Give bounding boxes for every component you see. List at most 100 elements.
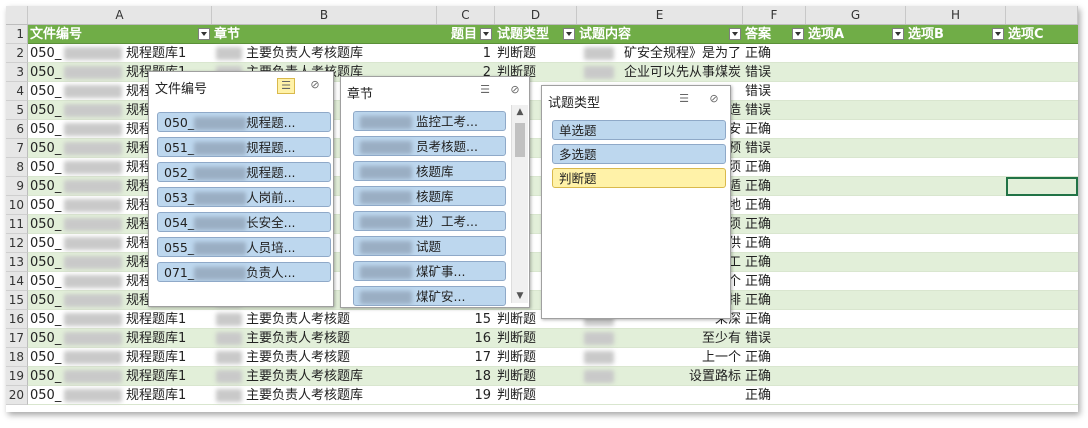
multi-select-icon[interactable]: ☰: [676, 92, 692, 106]
redacted-text: [64, 313, 122, 326]
row-header[interactable]: 8: [6, 158, 28, 177]
redacted-text: [584, 370, 614, 383]
column-header-c[interactable]: C: [437, 6, 495, 24]
row-header[interactable]: 16: [6, 310, 28, 329]
cell-item-number: 1: [482, 46, 491, 61]
row-header[interactable]: 15: [6, 291, 28, 310]
redacted-text: [584, 66, 614, 79]
cell-answer: 正确: [745, 179, 772, 194]
scroll-up-icon[interactable]: ▲: [513, 107, 527, 117]
column-header-f[interactable]: F: [743, 6, 806, 24]
clear-filter-icon[interactable]: ⊘: [307, 78, 323, 92]
slicer-item[interactable]: 进）工考...: [353, 211, 506, 231]
cell-item-number: 17: [474, 350, 491, 365]
cell-chapter: 主要负责人考核题库: [246, 388, 364, 403]
multi-select-icon[interactable]: ☰: [277, 78, 295, 94]
slicer-item[interactable]: 多选题: [552, 144, 726, 164]
row-header[interactable]: 17: [6, 329, 28, 348]
redacted-text: [64, 104, 122, 117]
clear-filter-icon[interactable]: ⊘: [507, 83, 523, 97]
active-cell[interactable]: [1006, 177, 1078, 196]
slicer-item[interactable]: 050_ 规程题...: [157, 112, 331, 132]
row-header[interactable]: 1: [6, 25, 28, 44]
cell-file-no-prefix: 050_: [30, 160, 62, 175]
slicer-item[interactable]: 煤矿安...: [353, 286, 506, 306]
slicer-item[interactable]: 判断题: [552, 168, 726, 188]
cell-file-no-prefix: 050_: [30, 369, 62, 384]
filter-dropdown-button[interactable]: [892, 28, 904, 40]
row-header[interactable]: 4: [6, 82, 28, 101]
column-header-d[interactable]: D: [495, 6, 577, 24]
row-header[interactable]: 12: [6, 234, 28, 253]
row-header[interactable]: 20: [6, 386, 28, 405]
scrollbar-thumb[interactable]: [515, 123, 525, 157]
table-row[interactable]: 050_ 规程题库1 主要负责人考核题 17 判断题 上一个 正确: [28, 348, 1078, 367]
slicer-item[interactable]: 监控工考...: [353, 111, 506, 131]
slicer-item[interactable]: 员考核题...: [353, 136, 506, 156]
header-option-c: 选项C: [1008, 27, 1044, 42]
redacted-text: [194, 117, 247, 130]
row-header[interactable]: 13: [6, 253, 28, 272]
slicer-item[interactable]: 071_ 负责人...: [157, 262, 331, 282]
filter-dropdown-button[interactable]: [792, 28, 804, 40]
cell-question-type: 判断题: [497, 46, 537, 61]
row-header[interactable]: 5: [6, 101, 28, 120]
table-row[interactable]: 050_ 规程题库1 主要负责人考核题 16 判断题 至少有 错误: [28, 329, 1078, 348]
row-header[interactable]: 9: [6, 177, 28, 196]
clear-filter-icon[interactable]: ⊘: [706, 92, 722, 106]
row-header[interactable]: 19: [6, 367, 28, 386]
row-header[interactable]: 7: [6, 139, 28, 158]
redacted-text: [64, 370, 122, 383]
column-header-g[interactable]: G: [806, 6, 906, 24]
slicer-item[interactable]: 核题库: [353, 161, 506, 181]
slicer-item[interactable]: 单选题: [552, 120, 726, 140]
redacted-text: [360, 141, 412, 154]
filter-dropdown-button[interactable]: [563, 28, 575, 40]
slicer-item[interactable]: 煤矿事...: [353, 261, 506, 281]
column-header-i[interactable]: [1006, 6, 1078, 24]
slicer-item[interactable]: 055_ 人员培...: [157, 237, 331, 257]
redacted-text: [194, 267, 247, 280]
row-header[interactable]: 18: [6, 348, 28, 367]
cell-answer: 正确: [745, 369, 772, 384]
filter-dropdown-button[interactable]: [198, 28, 210, 40]
column-header-a[interactable]: A: [28, 6, 212, 24]
slicer-item-label: 煤矿事...: [416, 264, 466, 279]
row-header[interactable]: 2: [6, 44, 28, 63]
slicer-item[interactable]: 052_ 规程题...: [157, 162, 331, 182]
redacted-text: [64, 161, 122, 174]
row-header[interactable]: 14: [6, 272, 28, 291]
redacted-text: [216, 332, 242, 345]
row-header[interactable]: 11: [6, 215, 28, 234]
redacted-text: [360, 116, 412, 129]
column-header-h[interactable]: H: [906, 6, 1006, 24]
slicer-item[interactable]: 核题库: [353, 186, 506, 206]
filter-dropdown-button[interactable]: [992, 28, 1004, 40]
cell-chapter: 主要负责人考核题库: [246, 46, 364, 61]
slicer-item[interactable]: 053_ 人岗前...: [157, 187, 331, 207]
cell-file-no-prefix: 050_: [30, 293, 62, 308]
slicer-item-prefix: 054_: [164, 215, 195, 230]
cell-answer: 正确: [745, 236, 772, 251]
slicer-scrollbar[interactable]: ▲ ▼: [511, 105, 528, 303]
filter-dropdown-button[interactable]: [729, 28, 741, 40]
cell-answer: 错误: [745, 141, 772, 156]
filter-dropdown-button[interactable]: [480, 28, 492, 40]
redacted-text: [360, 166, 412, 179]
multi-select-icon[interactable]: ☰: [477, 83, 493, 97]
scroll-down-icon[interactable]: ▼: [513, 291, 527, 301]
row-header[interactable]: 3: [6, 63, 28, 82]
slicer-item[interactable]: 051_ 规程题...: [157, 137, 331, 157]
cell-answer: 错误: [745, 84, 772, 99]
table-row[interactable]: 050_ 规程题库1 主要负责人考核题库 1 判断题 矿安全规程》是为了 正确: [28, 44, 1078, 63]
slicer-item[interactable]: 试题: [353, 236, 506, 256]
table-row[interactable]: 050_ 规程题库1 主要负责人考核题库 18 判断题 设置路标 正确: [28, 367, 1078, 386]
row-header[interactable]: 10: [6, 196, 28, 215]
select-all-corner[interactable]: [6, 6, 28, 24]
column-header-e[interactable]: E: [577, 6, 743, 24]
row-header[interactable]: 6: [6, 120, 28, 139]
column-header-b[interactable]: B: [212, 6, 437, 24]
table-row[interactable]: 050_ 规程题库1 主要负责人考核题库 19 判断题 正确: [28, 386, 1078, 405]
slicer-title: 文件编号: [155, 82, 208, 97]
slicer-item[interactable]: 054_ 长安全...: [157, 212, 331, 232]
